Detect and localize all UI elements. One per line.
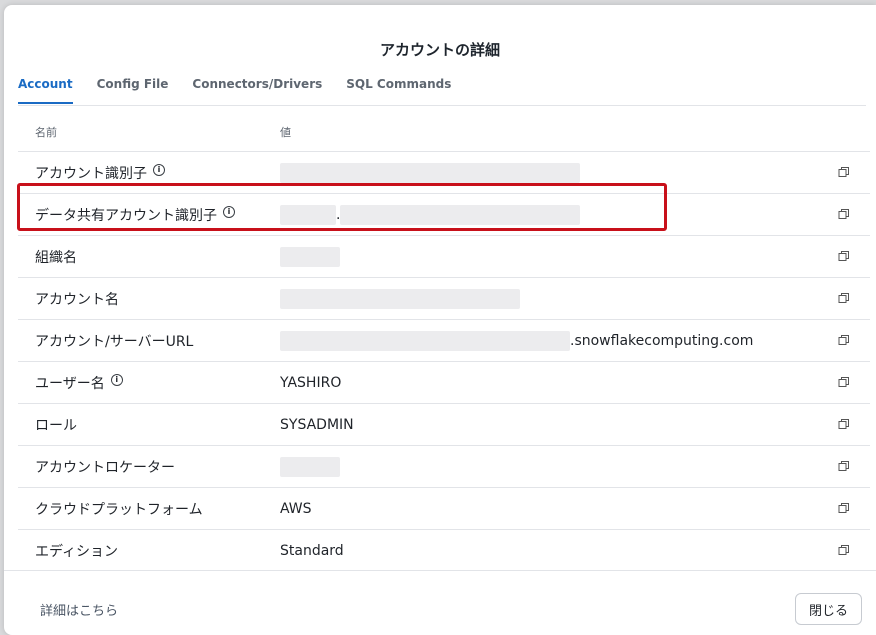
copy-icon[interactable] [838, 166, 850, 178]
row-value: Standard [280, 542, 344, 559]
table-row-cloud-platform: クラウドプラットフォーム AWS [18, 488, 870, 530]
table-row-organization-name: 組織名 [18, 236, 870, 278]
info-icon[interactable]: i [223, 205, 235, 218]
row-label: アカウントロケーター [35, 459, 175, 476]
copy-icon[interactable] [838, 376, 850, 388]
row-value [280, 246, 870, 267]
copy-icon[interactable] [838, 208, 850, 220]
row-label: ロール [35, 417, 77, 434]
table-row-account-identifier: アカウント識別子 i [18, 152, 870, 194]
redacted-value [280, 162, 580, 183]
table-row-account-server-url: アカウント/サーバーURL .snowflakecomputing.com [18, 320, 870, 362]
row-label: アカウント識別子 [35, 165, 147, 182]
redacted-value [280, 204, 336, 225]
copy-icon[interactable] [838, 250, 850, 262]
copy-icon[interactable] [838, 292, 850, 304]
row-label: アカウント/サーバーURL [35, 333, 194, 350]
table-row-account-locator: アカウントロケーター [18, 446, 870, 488]
column-header-name: 名前 [35, 126, 57, 139]
tab-bar: Account Config File Connectors/Drivers S… [18, 73, 866, 106]
copy-icon[interactable] [838, 334, 850, 346]
row-value: .snowflakecomputing.com [280, 330, 870, 351]
redacted-value [280, 288, 520, 309]
table-header: 名前 値 [18, 113, 870, 152]
info-icon[interactable]: i [110, 373, 123, 386]
close-button[interactable]: 閉じる [794, 593, 862, 625]
row-label: ユーザー名 [35, 375, 105, 392]
tab-account[interactable]: Account [18, 73, 73, 104]
table-row-edition: エディション Standard [18, 530, 870, 571]
row-value [280, 456, 870, 477]
redacted-value [280, 330, 570, 351]
copy-icon[interactable] [838, 544, 850, 556]
row-label: アカウント名 [35, 291, 119, 308]
tab-connectors-drivers[interactable]: Connectors/Drivers [192, 73, 322, 104]
redacted-value [280, 246, 340, 267]
account-details-table: 名前 値 アカウント識別子 i データ共有アカウント識別子 i . 組織名 アカ… [18, 113, 870, 571]
table-row-user-name: ユーザー名 i YASHIRO [18, 362, 870, 404]
row-value [280, 162, 870, 183]
copy-icon[interactable] [838, 502, 850, 514]
redacted-value [340, 204, 581, 225]
dialog-title: アカウントの詳細 [379, 41, 500, 59]
row-label: クラウドプラットフォーム [35, 501, 203, 518]
column-header-value: 値 [280, 126, 291, 139]
row-label: データ共有アカウント識別子 [35, 207, 217, 224]
row-value [280, 288, 870, 309]
copy-icon[interactable] [838, 460, 850, 472]
table-row-data-sharing-account-identifier: データ共有アカウント識別子 i . [18, 194, 870, 236]
row-label: 組織名 [35, 249, 77, 266]
row-value: SYSADMIN [280, 416, 354, 433]
table-row-role: ロール SYSADMIN [18, 404, 870, 446]
row-value: AWS [280, 500, 312, 517]
row-label: エディション [35, 543, 119, 560]
table-row-account-name: アカウント名 [18, 278, 870, 320]
copy-icon[interactable] [838, 418, 850, 430]
redacted-value [280, 456, 340, 477]
learn-more-link[interactable]: 詳細はこちら [40, 600, 118, 619]
info-icon[interactable]: i [153, 163, 165, 176]
tab-config-file[interactable]: Config File [97, 73, 169, 104]
row-value: . [280, 204, 870, 225]
dialog-footer: 詳細はこちら 閉じる [4, 570, 876, 635]
row-value: YASHIRO [280, 374, 342, 391]
account-details-dialog: アカウントの詳細 Account Config File Connectors/… [4, 5, 876, 635]
tab-sql-commands[interactable]: SQL Commands [346, 73, 451, 104]
